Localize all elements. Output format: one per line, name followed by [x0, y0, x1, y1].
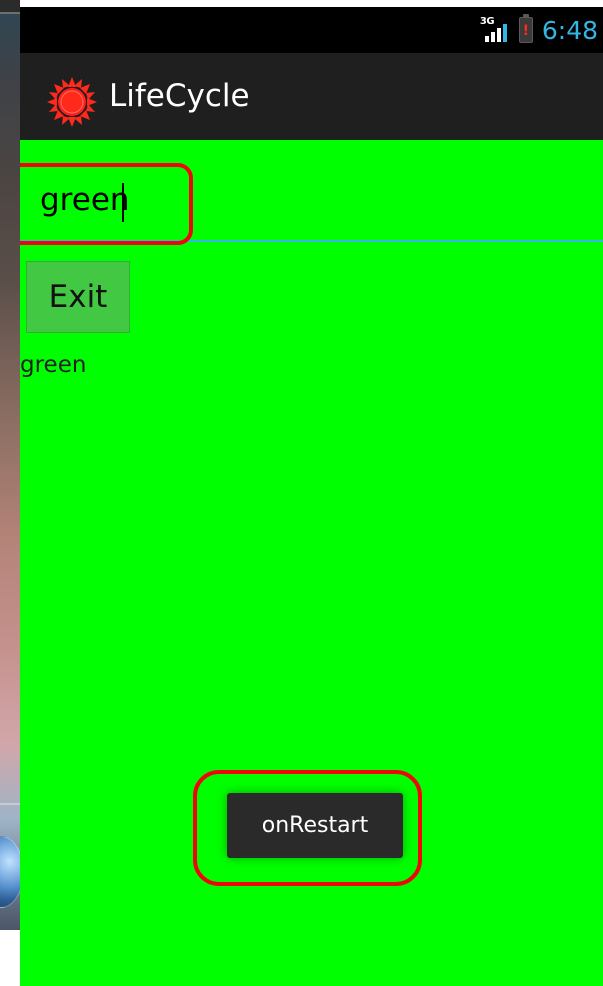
lifecycle-toast: onRestart [227, 793, 403, 858]
current-color-label: green [20, 352, 87, 378]
network-signal-icon: 3G [480, 15, 510, 45]
battery-icon: ! [518, 14, 533, 43]
battery-alert-icon: ! [522, 22, 530, 39]
action-bar: LifeCycle [20, 53, 603, 141]
text-cursor [122, 183, 124, 222]
sun-icon [45, 75, 99, 129]
app-title: LifeCycle [109, 78, 250, 114]
text-input-row [20, 140, 603, 245]
screenshot-root: 3G ! 6:48 LifeCycle green Exit green onR… [0, 0, 603, 986]
background-wallpaper [0, 0, 24, 930]
main-content: Exit green onRestart [20, 140, 603, 986]
color-input[interactable] [40, 177, 600, 223]
input-underline [20, 240, 603, 242]
wallpaper-top-strip [0, 0, 20, 14]
status-icons: 3G ! 6:48 [480, 7, 603, 53]
wallpaper-divider [0, 803, 20, 805]
status-bar: 3G ! 6:48 [20, 7, 603, 53]
exit-button[interactable]: Exit [26, 261, 130, 333]
phone-screen: 3G ! 6:48 LifeCycle green Exit green onR… [20, 7, 603, 986]
status-time: 6:48 [541, 15, 598, 45]
signal-bars-icon [484, 24, 507, 42]
